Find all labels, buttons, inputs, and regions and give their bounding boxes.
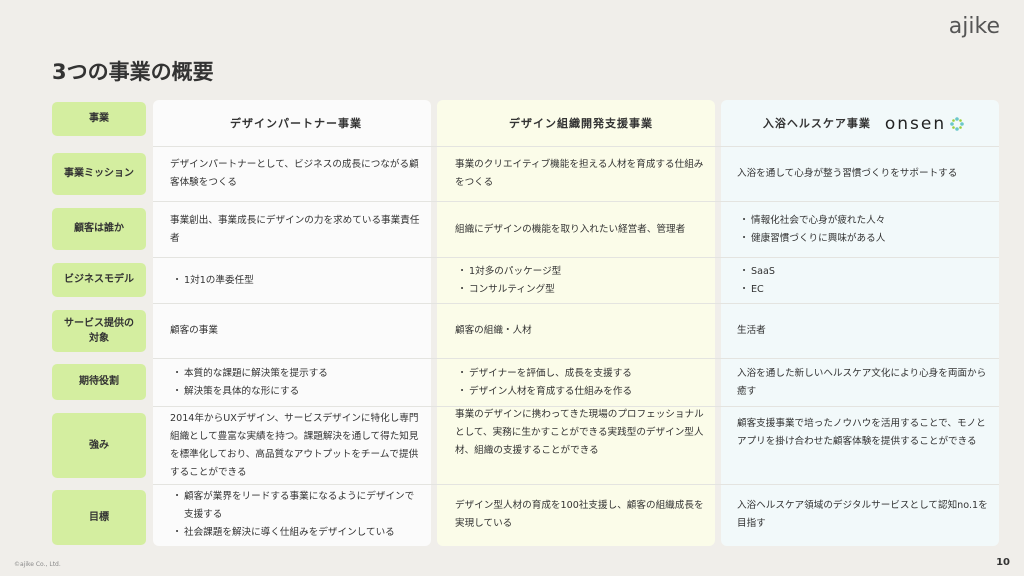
onsen-mark-icon [950,117,964,131]
list-item: ・ 1対1の準委任型 [172,274,254,286]
cell-target: 生活者 [737,325,766,336]
list-item: ・デザイン人材を育成する仕組みを作る [457,385,633,397]
cell-goal: デザイン型人材の育成を100社支援し、顧客の組織成長を実現している [455,500,704,529]
row-label-role: 期待役割 [52,364,146,400]
cell-strength: 事業のデザインに携わってきた現場のプロフェッショナルとして、実務に生かすことがで… [455,409,704,456]
row-label-customer: 顧客は誰か [52,208,146,250]
list-item: ・ EC [739,283,764,295]
row-label-goal: 目標 [52,490,146,545]
list-item: ・顧客が業界をリードする事業になるようにデザインで支援する [172,491,415,520]
cell-mission: デザインパートナーとして、ビジネスの成長につながる顧客体験をつくる [170,159,419,188]
cell-strength: 顧客支援事業で培ったノウハウを活用することで、モノとアプリを掛け合わせた顧客体験… [737,418,986,447]
cell-goal: ・顧客が業界をリードする事業になるようにデザインで支援する ・社会課題を解決に導… [170,485,422,545]
cell-customer: 組織にデザインの機能を取り入れたい経営者、管理者 [455,223,686,235]
list-item: ・情報化社会で心身が疲れた人々 [739,214,886,226]
cell-target: 顧客の組織・人材 [455,325,532,336]
cell-model: ・ 1対1の準委任型 [170,258,422,303]
column-header: 入浴ヘルスケア事業 onsen [737,102,991,146]
column-header: デザインパートナー事業 [230,117,362,130]
cell-role: ・本質的な課題に解決策を提示する ・解決策を具体的な形にする [170,359,422,406]
row-label-target: サービス提供の対象 [52,310,146,352]
list-item: ・ SaaS [739,265,775,277]
list-item: ・コンサルティング型 [457,283,555,295]
cell-model: ・ 1対多のパッケージ型 ・コンサルティング型 [455,258,707,303]
list-item: ・ 1対多のパッケージ型 [457,265,562,277]
page-number: 10 [996,557,1010,568]
list-item: ・本質的な課題に解決策を提示する [172,367,328,379]
list-item: ・デザイナーを評価し、成長を支援する [457,367,632,379]
cell-customer: ・情報化社会で心身が疲れた人々 ・健康習慣づくりに興味がある人 [737,202,991,257]
page-title: 3つの事業の概要 [52,60,214,84]
row-label-business: 事業 [52,102,146,136]
copyright: ©ajike Co., Ltd. [14,561,61,568]
cell-customer: 事業創出、事業成長にデザインの力を求めている事業責任者 [170,214,420,244]
list-item: ・社会課題を解決に導く仕組みをデザインしている [172,527,395,538]
column-header: デザイン組織開発支援事業 [509,117,653,130]
onsen-logo: onsen [885,115,965,133]
row-label-strength: 強み [52,413,146,478]
ajike-logo: ajike [948,14,1000,39]
list-item: ・解決策を具体的な形にする [172,385,300,397]
cell-mission: 入浴を通して心身が整う習慣づくりをサポートする [737,168,958,179]
cell-role: ・デザイナーを評価し、成長を支援する ・デザイン人材を育成する仕組みを作る [455,359,707,406]
cell-goal: 入浴ヘルスケア領域のデジタルサービスとして認知no.1を目指す [737,500,988,529]
cell-strength: 2014年からUXデザイン、サービスデザインに特化し専門組織として豊富な実績を持… [170,412,419,478]
row-label-mission: 事業ミッション [52,153,146,195]
list-item: ・健康習慣づくりに興味がある人 [739,232,886,244]
cell-target: 顧客の事業 [170,325,218,336]
row-label-model: ビジネスモデル [52,263,146,297]
cell-role: 入浴を通した新しいヘルスケア文化により心身を両面から癒す [737,367,987,397]
cell-model: ・ SaaS ・ EC [737,258,991,303]
cell-mission: 事業のクリエイティブ機能を担える人材を育成する仕組みをつくる [455,159,704,188]
